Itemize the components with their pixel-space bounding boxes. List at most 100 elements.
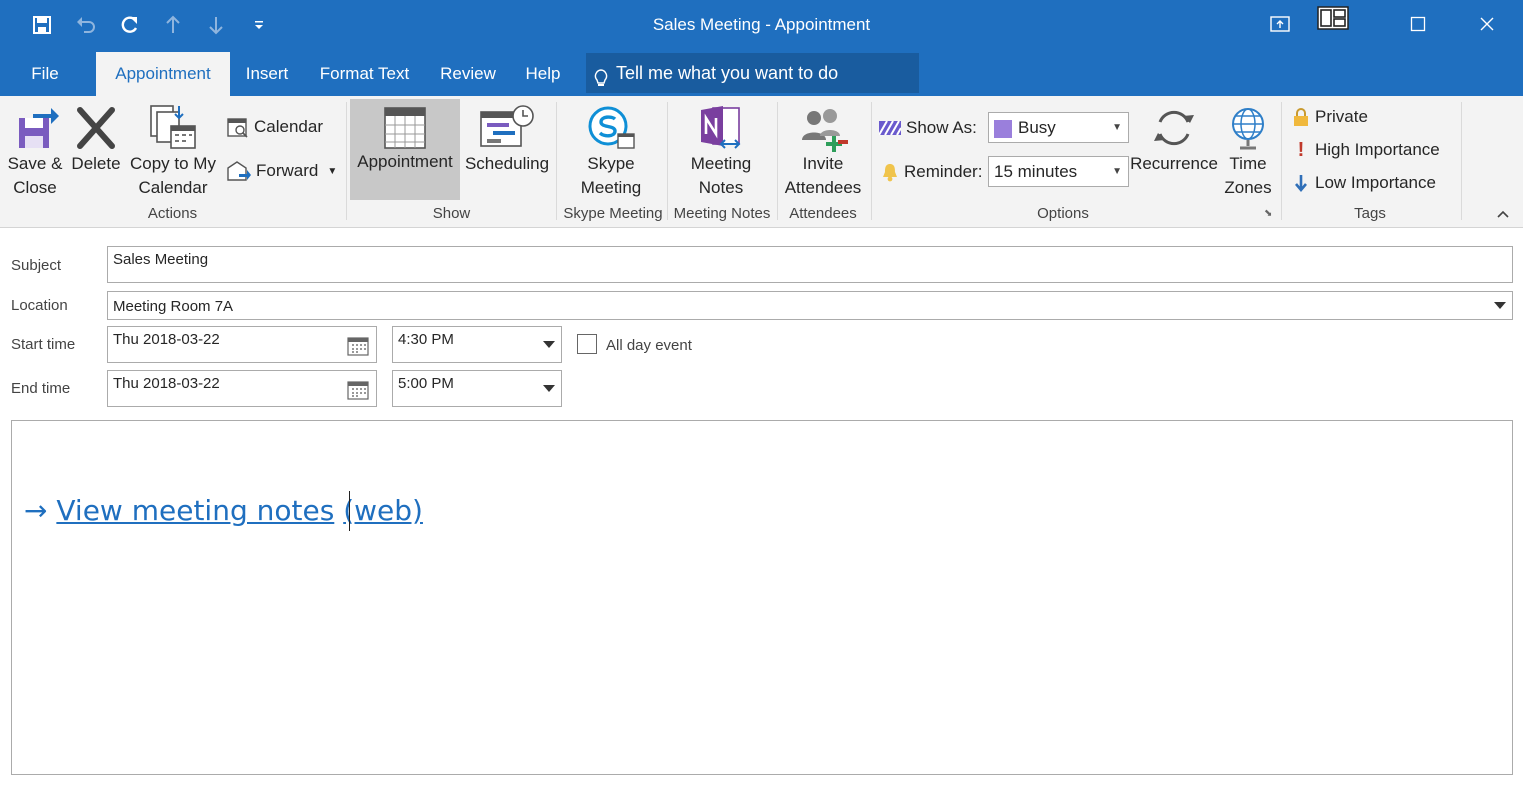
save-icon[interactable] — [29, 12, 55, 38]
calendar-button[interactable]: Calendar — [227, 114, 323, 140]
redo-icon[interactable] — [116, 12, 142, 38]
group-separator — [777, 102, 778, 220]
group-separator — [871, 102, 872, 220]
bell-icon — [883, 164, 897, 182]
ribbon-display-options-icon[interactable] — [1263, 10, 1297, 38]
group-separator — [346, 102, 347, 220]
end-date-input[interactable]: Thu 2018-03-22 — [107, 370, 377, 407]
group-label-attendees: Attendees — [789, 205, 857, 222]
customize-qat-icon[interactable] — [246, 12, 272, 38]
view-meeting-notes-link[interactable]: View meeting notes — [56, 494, 334, 527]
group-label-options: Options — [1037, 205, 1089, 222]
show-as-label: Show As: — [879, 115, 977, 141]
group-separator — [1461, 102, 1462, 220]
skype-meeting-button[interactable]: Skype Meeting — [566, 104, 656, 200]
tell-me-placeholder: Tell me what you want to do — [616, 63, 839, 83]
calendar-icon[interactable] — [347, 380, 369, 400]
options-dialog-launcher-icon[interactable]: ⬊ — [1264, 208, 1272, 219]
tab-format-text[interactable]: Format Text — [308, 52, 421, 96]
calendar-icon[interactable] — [347, 336, 369, 356]
chevron-down-icon: ▼ — [1112, 122, 1122, 133]
tab-insert[interactable]: Insert — [236, 52, 298, 96]
all-day-label: All day event — [606, 337, 692, 354]
forward-icon — [227, 161, 251, 181]
exclamation-icon: ! — [1297, 138, 1305, 161]
arrow-icon: → — [24, 494, 48, 527]
start-time-input[interactable]: 4:30 PM — [392, 326, 562, 363]
start-time-dropdown-icon[interactable] — [543, 341, 555, 348]
maximize-icon[interactable] — [1401, 10, 1435, 38]
chevron-down-icon: ▼ — [1112, 166, 1122, 177]
low-importance-button[interactable]: Low Importance — [1292, 170, 1436, 196]
tab-file[interactable]: File — [15, 52, 75, 96]
invite-attendees-button[interactable]: Invite Attendees — [780, 104, 866, 200]
reminder-dropdown[interactable]: 15 minutes ▼ — [988, 156, 1129, 187]
arrow-up-icon[interactable] — [160, 12, 186, 38]
group-label-skype-meeting: Skype Meeting — [563, 205, 663, 222]
high-importance-button[interactable]: ! High Importance — [1292, 137, 1440, 163]
title-bar: Sales Meeting - Appointment — [0, 0, 1523, 52]
undo-icon[interactable] — [73, 12, 99, 38]
time-zones-button[interactable]: Time Zones — [1219, 104, 1277, 200]
start-date-input[interactable]: Thu 2018-03-22 — [107, 326, 377, 363]
down-arrow-icon — [1295, 175, 1307, 193]
private-button[interactable]: Private — [1292, 104, 1368, 130]
calendar-search-icon — [227, 118, 248, 138]
meeting-notes-button[interactable]: Meeting Notes — [678, 104, 764, 200]
group-label-show: Show — [432, 205, 471, 222]
group-separator — [667, 102, 668, 220]
group-separator — [556, 102, 557, 220]
end-time-dropdown-icon[interactable] — [543, 385, 555, 392]
skype-icon — [588, 106, 635, 149]
tab-help[interactable]: Help — [515, 52, 571, 96]
subject-input[interactable]: Sales Meeting — [107, 246, 1513, 283]
end-time-input[interactable]: 5:00 PM — [392, 370, 562, 407]
group-label-meeting-notes: Meeting Notes — [673, 205, 771, 222]
ribbon-tabs: File Appointment Insert Format Text Revi… — [0, 52, 1523, 96]
location-label: Location — [11, 297, 68, 314]
group-separator — [1281, 102, 1282, 220]
forward-dropdown-icon[interactable]: ▼ — [327, 166, 337, 177]
web-link[interactable]: (web) — [343, 494, 423, 527]
show-as-icon — [879, 121, 901, 135]
location-dropdown-icon[interactable] — [1494, 302, 1506, 309]
recurrence-button[interactable]: Recurrence — [1130, 104, 1218, 176]
tab-appointment[interactable]: Appointment — [96, 52, 230, 96]
show-as-dropdown[interactable]: Busy ▼ — [988, 112, 1129, 143]
save-close-button[interactable]: Save & Close — [4, 104, 66, 200]
ribbon: Save & Close Delete Copy to My Calendar Ca… — [0, 96, 1523, 228]
copy-to-my-calendar-button[interactable]: Copy to My Calendar — [125, 104, 221, 200]
reminder-label: Reminder: — [881, 159, 982, 185]
collapse-ribbon-icon[interactable] — [1496, 206, 1510, 222]
forward-button[interactable]: Forward ▼ — [227, 158, 337, 184]
scheduling-icon — [480, 105, 534, 147]
tell-me-search[interactable]: Tell me what you want to do — [586, 53, 919, 93]
start-time-label: Start time — [11, 336, 76, 353]
delete-icon — [77, 107, 115, 149]
meeting-notes-link[interactable]: → View meeting notes (web) — [24, 494, 423, 527]
appointment-body-editor[interactable]: → View meeting notes (web) — [11, 420, 1513, 775]
close-icon[interactable] — [1470, 10, 1504, 38]
arrow-down-icon[interactable] — [203, 12, 229, 38]
invite-attendees-icon — [802, 109, 848, 152]
layout-icon[interactable] — [1316, 4, 1350, 32]
subject-label: Subject — [11, 257, 62, 274]
copy-to-calendar-icon — [150, 105, 196, 149]
globe-icon — [1232, 108, 1264, 150]
onenote-icon — [701, 106, 741, 149]
location-input[interactable]: Meeting Room 7A — [107, 291, 1513, 320]
scheduling-button[interactable]: Scheduling — [462, 104, 552, 176]
all-day-checkbox[interactable] — [577, 334, 597, 354]
end-time-label: End time — [11, 380, 71, 397]
delete-button[interactable]: Delete — [67, 104, 125, 176]
lock-icon — [1294, 108, 1308, 126]
group-label-tags: Tags — [1354, 205, 1386, 222]
save-close-icon — [19, 108, 59, 148]
tab-review[interactable]: Review — [431, 52, 505, 96]
recurrence-icon — [1154, 110, 1194, 146]
group-label-actions: Actions — [147, 205, 198, 222]
busy-swatch — [994, 119, 1012, 138]
appointment-view-button[interactable]: Appointment — [350, 99, 460, 200]
appointment-calendar-icon — [384, 107, 426, 149]
text-cursor — [349, 491, 350, 531]
